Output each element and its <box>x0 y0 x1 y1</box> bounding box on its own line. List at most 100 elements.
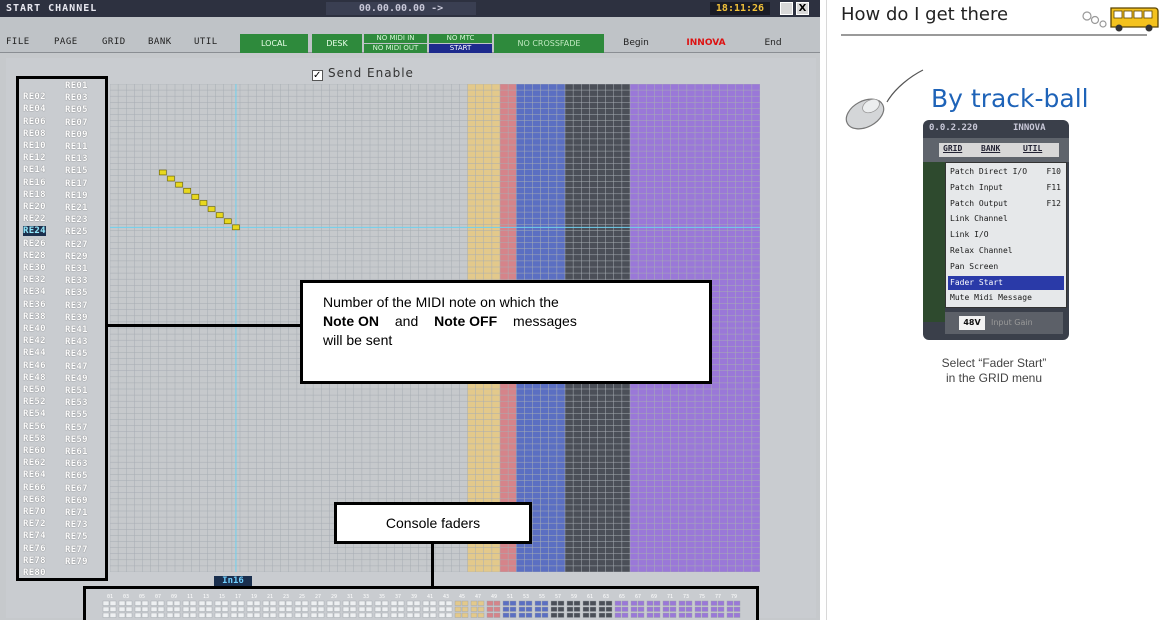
fader-cell[interactable] <box>726 606 734 612</box>
fader-cell[interactable] <box>150 612 158 618</box>
re-note-label[interactable]: RE11 <box>65 142 88 152</box>
grid-menu-item[interactable]: Relax Channel <box>948 244 1064 258</box>
fader-cell[interactable] <box>269 600 277 606</box>
fader-cell[interactable] <box>589 600 597 606</box>
fader-cell[interactable] <box>342 612 350 618</box>
fader-cell[interactable] <box>102 600 110 606</box>
minimize-button[interactable] <box>780 2 793 15</box>
re-note-label[interactable]: RE48 <box>23 373 46 383</box>
fader-cell[interactable] <box>310 600 318 606</box>
fader-cell[interactable] <box>269 612 277 618</box>
fader-cell[interactable] <box>486 612 494 618</box>
patched-cell[interactable] <box>199 200 208 206</box>
re-note-label[interactable]: RE74 <box>23 531 46 541</box>
fader-cell[interactable] <box>269 606 277 612</box>
fader-cell[interactable] <box>413 606 421 612</box>
fader-cell[interactable] <box>381 606 389 612</box>
fader-cell[interactable] <box>285 612 293 618</box>
close-button[interactable]: X <box>796 2 809 15</box>
fader-cell[interactable] <box>486 600 494 606</box>
fader-cell[interactable] <box>678 600 686 606</box>
fader-cell[interactable] <box>461 600 469 606</box>
fader-cell[interactable] <box>157 606 165 612</box>
fader-cell[interactable] <box>614 606 622 612</box>
fader-cell[interactable] <box>470 600 478 606</box>
fader-cell[interactable] <box>173 600 181 606</box>
fader-cell[interactable] <box>374 600 382 606</box>
patched-cell[interactable] <box>207 206 216 212</box>
fader-cell[interactable] <box>390 600 398 606</box>
fader-cell[interactable] <box>669 600 677 606</box>
re-note-label[interactable]: RE77 <box>65 545 88 555</box>
fader-cell[interactable] <box>278 606 286 612</box>
fader-cell[interactable] <box>189 606 197 612</box>
fader-cell[interactable] <box>150 606 158 612</box>
fader-cell[interactable] <box>662 600 670 606</box>
console-faders-strip[interactable]: 01 03 05 07 09 11 13 15 17 19 21 23 25 27 29 31 33 35 37 39… <box>83 586 759 620</box>
fader-cell[interactable] <box>598 612 606 618</box>
re-note-label[interactable]: RE61 <box>65 447 88 457</box>
fader-cell[interactable] <box>694 612 702 618</box>
fader-cell[interactable] <box>678 606 686 612</box>
fader-cell[interactable] <box>669 606 677 612</box>
fader-cell[interactable] <box>150 600 158 606</box>
fader-cell[interactable] <box>573 600 581 606</box>
re-note-label[interactable]: RE68 <box>23 495 46 505</box>
re-note-label[interactable]: RE50 <box>23 385 46 395</box>
re-note-label[interactable]: RE54 <box>23 409 46 419</box>
fader-cell[interactable] <box>525 600 533 606</box>
patched-cell[interactable] <box>215 212 224 218</box>
re-note-label[interactable]: RE05 <box>65 105 88 115</box>
fader-cell[interactable] <box>333 600 341 606</box>
fader-cell[interactable] <box>454 612 462 618</box>
patched-cell[interactable] <box>159 169 167 176</box>
fader-cell[interactable] <box>358 612 366 618</box>
fader-cell[interactable] <box>182 612 190 618</box>
fader-cell[interactable] <box>733 600 741 606</box>
fader-cell[interactable] <box>621 612 629 618</box>
fader-cell[interactable] <box>205 612 213 618</box>
fader-cell[interactable] <box>109 612 117 618</box>
menu-util[interactable]: UTIL <box>194 37 218 47</box>
re-note-label[interactable]: RE27 <box>65 240 88 250</box>
fader-cell[interactable] <box>189 600 197 606</box>
menu-page[interactable]: PAGE <box>54 37 78 47</box>
grid-menu-item[interactable]: Link I/O <box>948 228 1064 242</box>
fader-cell[interactable] <box>477 600 485 606</box>
re-note-label[interactable]: RE37 <box>65 301 88 311</box>
fader-cell[interactable] <box>166 606 174 612</box>
re-note-label[interactable]: RE36 <box>23 300 46 310</box>
fader-cell[interactable] <box>214 606 222 612</box>
fader-cell[interactable] <box>349 600 357 606</box>
fader-cell[interactable] <box>390 612 398 618</box>
fader-cell[interactable] <box>445 606 453 612</box>
re-note-label[interactable]: RE72 <box>23 519 46 529</box>
fader-cell[interactable] <box>518 612 526 618</box>
re-note-label[interactable]: RE16 <box>23 178 46 188</box>
fader-cell[interactable] <box>246 606 254 612</box>
fader-cell[interactable] <box>509 612 517 618</box>
fader-cell[interactable] <box>502 600 510 606</box>
fader-cell[interactable] <box>413 612 421 618</box>
fader-cell[interactable] <box>221 600 229 606</box>
re-note-label[interactable]: RE30 <box>23 263 46 273</box>
fader-cell[interactable] <box>637 600 645 606</box>
fader-cell[interactable] <box>406 606 414 612</box>
fader-cell[interactable] <box>278 612 286 618</box>
re-note-label[interactable]: RE63 <box>65 459 88 469</box>
fader-cell[interactable] <box>717 612 725 618</box>
fader-cell[interactable] <box>518 606 526 612</box>
fader-cell[interactable] <box>413 600 421 606</box>
fader-cell[interactable] <box>525 606 533 612</box>
re-note-label[interactable]: RE70 <box>23 507 46 517</box>
re-note-label[interactable]: RE73 <box>65 520 88 530</box>
send-enable-checkbox[interactable]: ✓ <box>312 70 323 81</box>
fader-cell[interactable] <box>214 600 222 606</box>
re-note-label[interactable]: RE09 <box>65 130 88 140</box>
grid-menu-item[interactable]: Fader Start <box>948 275 1064 290</box>
fader-cell[interactable] <box>189 612 197 618</box>
fader-cell[interactable] <box>317 606 325 612</box>
fader-cell[interactable] <box>317 612 325 618</box>
fader-cell[interactable] <box>381 612 389 618</box>
re-note-label[interactable]: RE47 <box>65 362 88 372</box>
